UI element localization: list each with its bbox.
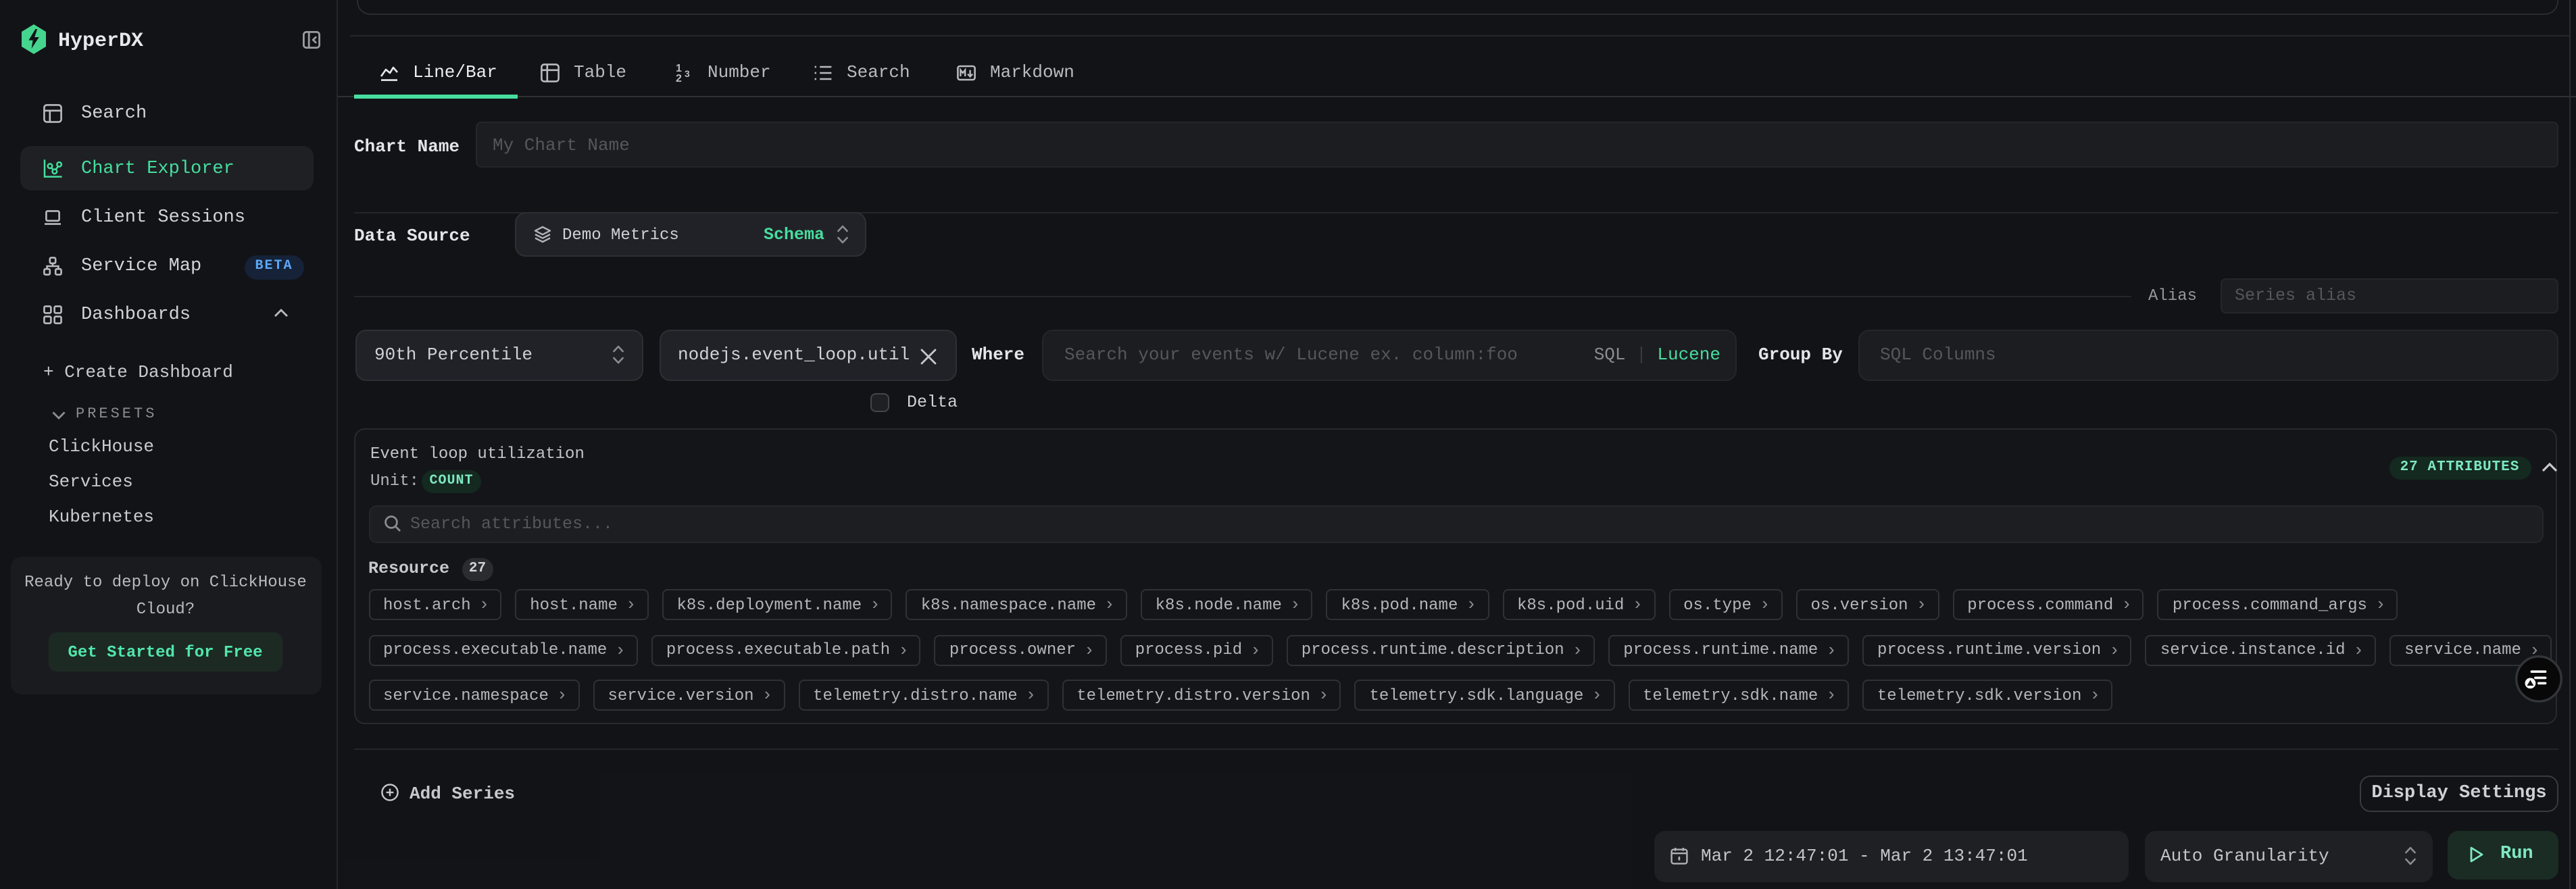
svg-text:2: 2	[675, 73, 681, 82]
svg-text:3: 3	[684, 68, 689, 79]
